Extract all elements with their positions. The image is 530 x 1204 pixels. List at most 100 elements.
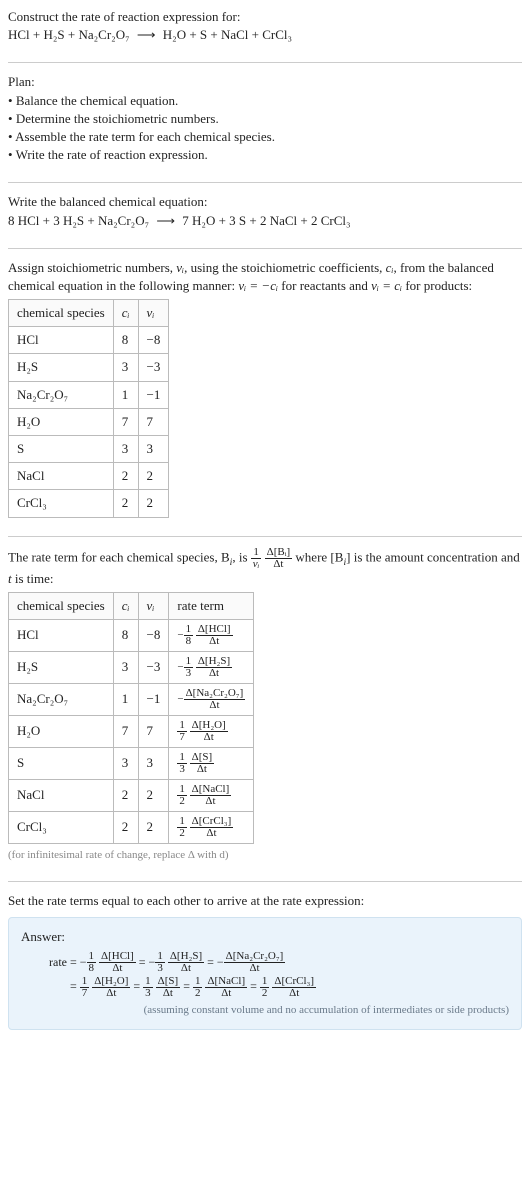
nui-cell: −8 xyxy=(138,327,169,354)
nui-cell: 2 xyxy=(138,463,169,490)
arrow-icon: ⟶ xyxy=(156,212,175,230)
text: is time: xyxy=(12,571,54,586)
denominator: Δt xyxy=(196,636,233,647)
denominator: Δt xyxy=(224,963,286,974)
col-rate-term: rate term xyxy=(169,592,254,619)
fraction: 18 xyxy=(184,624,194,647)
divider xyxy=(8,248,522,249)
rate-term-table: chemical species cᵢ νᵢ rate term HCl8−8−… xyxy=(8,592,254,844)
ci-cell: 3 xyxy=(113,651,138,683)
denominator: 8 xyxy=(184,636,194,647)
text: , using the stoichiometric coefficients, xyxy=(184,260,386,275)
plan-list: Balance the chemical equation. Determine… xyxy=(8,92,522,165)
fraction: 12 xyxy=(193,976,203,999)
text: for reactants and xyxy=(278,278,371,293)
table-row: S3313 Δ[S]Δt xyxy=(9,747,254,779)
denominator: Δt xyxy=(190,764,215,775)
table-row: H₂S3−3 xyxy=(9,354,169,381)
table-row: Na₂Cr₂O₇1−1−Δ[Na₂Cr₂O₇]Δt xyxy=(9,683,254,715)
plan-item: Balance the chemical equation. xyxy=(8,92,522,110)
nui-cell: 2 xyxy=(138,811,169,843)
denominator: 7 xyxy=(80,988,90,999)
text: ] is the amount concentration and xyxy=(346,549,520,564)
nui-cell: −1 xyxy=(138,683,169,715)
fraction: 17 xyxy=(80,976,90,999)
ci-cell: 7 xyxy=(113,715,138,747)
table-row: S33 xyxy=(9,436,169,463)
plan-heading: Plan: xyxy=(8,73,522,91)
text: for products: xyxy=(402,278,472,293)
species-cell: CrCl₃ xyxy=(9,811,114,843)
fraction: Δ[HCl]Δt xyxy=(196,624,233,647)
table-row: NaCl22 xyxy=(9,463,169,490)
ci-cell: 1 xyxy=(113,683,138,715)
denominator: 8 xyxy=(87,963,97,974)
rate-term-cell: −13 Δ[H₂S]Δt xyxy=(169,651,254,683)
denominator: Δt xyxy=(272,988,316,999)
denominator: Δt xyxy=(184,700,246,711)
denominator: 3 xyxy=(155,963,165,974)
col-nui: νᵢ xyxy=(138,592,169,619)
plan-section: Plan: Balance the chemical equation. Det… xyxy=(8,73,522,172)
ci-cell: 8 xyxy=(113,619,138,651)
text: , is xyxy=(232,549,250,564)
table-row: H₂O77 xyxy=(9,408,169,435)
balanced-equation: 8 HCl + 3 H₂S + Na₂Cr₂O₇ ⟶ 7 H₂O + 3 S +… xyxy=(8,212,522,230)
intro-section: Construct the rate of reaction expressio… xyxy=(8,8,522,52)
nui-cell: −3 xyxy=(138,651,169,683)
fraction: 13 xyxy=(155,951,165,974)
balanced-heading: Write the balanced chemical equation: xyxy=(8,193,522,211)
table-row: CrCl₃2212 Δ[CrCl₃]Δt xyxy=(9,811,254,843)
ci-cell: 2 xyxy=(113,463,138,490)
fraction: Δ[H₂O]Δt xyxy=(92,976,130,999)
stoich-table: chemical species cᵢ νᵢ HCl8−8H₂S3−3Na₂Cr… xyxy=(8,299,169,518)
table-row: CrCl₃22 xyxy=(9,490,169,517)
denominator: 7 xyxy=(177,732,187,743)
rate-term-cell: −18 Δ[HCl]Δt xyxy=(169,619,254,651)
nui-cell: 3 xyxy=(138,436,169,463)
denominator: Δt xyxy=(265,559,293,570)
ci-cell: 3 xyxy=(113,747,138,779)
denominator: Δt xyxy=(196,668,232,679)
species-cell: CrCl₃ xyxy=(9,490,114,517)
species-cell: HCl xyxy=(9,619,114,651)
relation: νᵢ = −cᵢ xyxy=(238,278,278,293)
fraction: Δ[Na₂Cr₂O₇]Δt xyxy=(184,688,246,711)
denominator: 2 xyxy=(193,988,203,999)
table-row: H₂S3−3−13 Δ[H₂S]Δt xyxy=(9,651,254,683)
divider xyxy=(8,62,522,63)
species-cell: Na₂Cr₂O₇ xyxy=(9,683,114,715)
dBi-over-dt: Δ[Bᵢ]Δt xyxy=(265,547,293,570)
stoich-intro: Assign stoichiometric numbers, νᵢ, using… xyxy=(8,259,522,295)
ci-cell: 2 xyxy=(113,490,138,517)
col-ci: cᵢ xyxy=(113,300,138,327)
rate-word: rate = xyxy=(49,955,80,969)
table-header-row: chemical species cᵢ νᵢ xyxy=(9,300,169,327)
fraction: Δ[Na₂Cr₂O₇]Δt xyxy=(224,951,286,974)
balanced-lhs: 8 HCl + 3 H₂S + Na₂Cr₂O₇ xyxy=(8,213,149,228)
fraction: Δ[HCl]Δt xyxy=(99,951,136,974)
species-cell: H₂S xyxy=(9,354,114,381)
species-cell: H₂S xyxy=(9,651,114,683)
fraction: 18 xyxy=(87,951,97,974)
plan-item: Determine the stoichiometric numbers. xyxy=(8,110,522,128)
species-cell: NaCl xyxy=(9,463,114,490)
fraction: Δ[H₂O]Δt xyxy=(190,720,228,743)
denominator: νᵢ xyxy=(251,559,262,570)
answer-equation: rate = −18 Δ[HCl]Δt = −13 Δ[H₂S]Δt = −Δ[… xyxy=(21,950,509,1000)
final-section: Set the rate terms equal to each other t… xyxy=(8,892,522,1037)
nui-cell: 2 xyxy=(138,490,169,517)
ci-cell: 7 xyxy=(113,408,138,435)
ci-cell: 1 xyxy=(113,381,138,408)
fraction: 12 xyxy=(177,816,187,839)
fraction: 12 xyxy=(260,976,270,999)
denominator: Δt xyxy=(156,988,181,999)
col-species: chemical species xyxy=(9,592,114,619)
nui-cell: −3 xyxy=(138,354,169,381)
answer-box: Answer: rate = −18 Δ[HCl]Δt = −13 Δ[H₂S]… xyxy=(8,917,522,1030)
fraction: Δ[CrCl₃]Δt xyxy=(190,816,234,839)
unbalanced-equation: HCl + H₂S + Na₂Cr₂O₇ ⟶ H₂O + S + NaCl + … xyxy=(8,26,522,44)
rate-term-cell: 17 Δ[H₂O]Δt xyxy=(169,715,254,747)
fraction: Δ[NaCl]Δt xyxy=(205,976,247,999)
balanced-section: Write the balanced chemical equation: 8 … xyxy=(8,193,522,237)
